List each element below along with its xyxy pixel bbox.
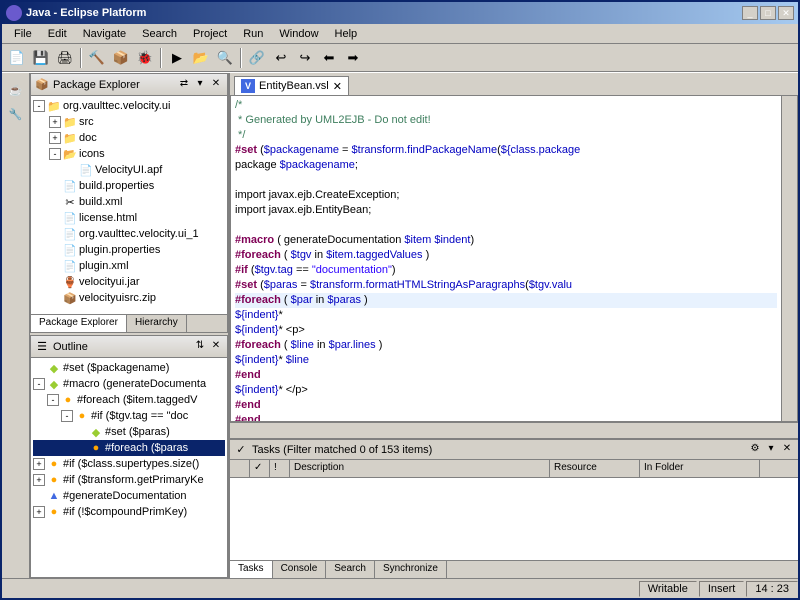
vertical-scrollbar[interactable]	[781, 96, 797, 421]
toolbar-button-13[interactable]: ➡	[342, 47, 364, 69]
package-explorer-panel: 📦 Package Explorer ⇄ ▾ ✕ -📁org.vaulttec.…	[30, 73, 228, 333]
tree-root[interactable]: -📁org.vaulttec.velocity.ui	[33, 98, 225, 114]
tasks-icon: ✓	[234, 443, 248, 457]
file-type-icon: V	[241, 79, 255, 93]
tab-package-explorer[interactable]: Package Explorer	[31, 315, 127, 332]
perspective-icon-1[interactable]: 🔧	[5, 103, 27, 125]
tasks-column-header[interactable]: !	[270, 460, 290, 477]
outline-item[interactable]: ◆#set ($packagename)	[33, 360, 225, 376]
toolbar-button-5[interactable]: 🐞	[134, 47, 156, 69]
minimize-button[interactable]: _	[742, 6, 758, 20]
horizontal-scrollbar[interactable]	[230, 422, 798, 438]
toolbar-button-2[interactable]: 🖨	[54, 47, 76, 69]
tab-search[interactable]: Search	[326, 561, 375, 578]
tasks-column-header[interactable]: In Folder	[640, 460, 760, 477]
tasks-table[interactable]: ✓!DescriptionResourceIn Folder	[230, 460, 798, 560]
tasks-column-header[interactable]: ✓	[250, 460, 270, 477]
package-explorer-icon: 📦	[35, 78, 49, 92]
outline-icon: ☰	[35, 340, 49, 354]
tree-item[interactable]: -📂icons	[33, 146, 225, 162]
tree-item[interactable]: 📄build.properties	[33, 178, 225, 194]
tree-item[interactable]: 📄org.vaulttec.velocity.ui_1	[33, 226, 225, 242]
tree-item[interactable]: +📁src	[33, 114, 225, 130]
status-position: 14 : 23	[746, 581, 798, 597]
editor-tab-label: EntityBean.vsl	[259, 80, 329, 92]
tree-item[interactable]: 📄plugin.properties	[33, 242, 225, 258]
toolbar-button-10[interactable]: ↩	[270, 47, 292, 69]
toolbar-button-9[interactable]: 🔗	[246, 47, 268, 69]
outline-item[interactable]: ▲#generateDocumentation	[33, 488, 225, 504]
tree-item[interactable]: 📦velocityuisrc.zip	[33, 290, 225, 306]
editor-body[interactable]: /* * Generated by UML2EJB - Do not edit!…	[231, 96, 781, 421]
tasks-title: Tasks (Filter matched 0 of 153 items)	[252, 444, 748, 456]
outline-item[interactable]: +●#if (!$compoundPrimKey)	[33, 504, 225, 520]
package-explorer-tree[interactable]: -📁org.vaulttec.velocity.ui+📁src+📁doc-📂ic…	[31, 96, 227, 314]
toolbar-button-0[interactable]: 📄	[6, 47, 28, 69]
menu-run[interactable]: Run	[235, 26, 271, 42]
menu-window[interactable]: Window	[271, 26, 326, 42]
outline-close-icon[interactable]: ✕	[209, 340, 223, 354]
collapse-all-icon[interactable]: ⇄	[177, 78, 191, 92]
toolbar-button-3[interactable]: 🔨	[86, 47, 108, 69]
toolbar-button-7[interactable]: 📂	[190, 47, 212, 69]
tasks-column-header[interactable]: Resource	[550, 460, 640, 477]
outline-item[interactable]: -◆#macro (generateDocumenta	[33, 376, 225, 392]
statusbar: Writable Insert 14 : 23	[2, 578, 798, 598]
toolbar-button-1[interactable]: 💾	[30, 47, 52, 69]
toolbar-button-12[interactable]: ⬅	[318, 47, 340, 69]
tab-console[interactable]: Console	[273, 561, 327, 578]
close-button[interactable]: ✕	[778, 6, 794, 20]
status-writable: Writable	[639, 581, 697, 597]
tree-item[interactable]: 📄VelocityUI.apf	[33, 162, 225, 178]
tree-item[interactable]: 🏺velocityui.jar	[33, 274, 225, 290]
outline-title: Outline	[53, 341, 193, 353]
menu-project[interactable]: Project	[185, 26, 235, 42]
outline-item[interactable]: -●#if ($tgv.tag == "doc	[33, 408, 225, 424]
toolbar-button-4[interactable]: 📦	[110, 47, 132, 69]
tree-item[interactable]: +📁doc	[33, 130, 225, 146]
perspective-bar: ☕🔧	[2, 73, 30, 578]
outline-item[interactable]: +●#if ($class.supertypes.size()	[33, 456, 225, 472]
outline-item[interactable]: ●#foreach ($paras	[33, 440, 225, 456]
toolbar: 📄💾🖨 🔨📦🐞 ▶📂🔍 🔗↩↪⬅➡	[2, 44, 798, 72]
tasks-menu-icon[interactable]: ▾	[764, 443, 778, 457]
outline-item[interactable]: +●#if ($transform.getPrimaryKe	[33, 472, 225, 488]
menu-navigate[interactable]: Navigate	[75, 26, 134, 42]
outline-panel: ☰ Outline ⇅ ✕ ◆#set ($packagename)-◆#mac…	[30, 335, 228, 578]
menu-search[interactable]: Search	[134, 26, 185, 42]
tasks-column-header[interactable]: Description	[290, 460, 550, 477]
editor-tabs: V EntityBean.vsl ✕	[230, 73, 798, 95]
menubar: FileEditNavigateSearchProjectRunWindowHe…	[2, 24, 798, 44]
perspective-icon-0[interactable]: ☕	[5, 79, 27, 101]
editor-tab-close-icon[interactable]: ✕	[333, 80, 342, 93]
outline-item[interactable]: ◆#set ($paras)	[33, 424, 225, 440]
tree-item[interactable]: 📄plugin.xml	[33, 258, 225, 274]
tree-item[interactable]: 📄license.html	[33, 210, 225, 226]
maximize-button[interactable]: □	[760, 6, 776, 20]
menu-edit[interactable]: Edit	[40, 26, 75, 42]
tasks-column-header[interactable]	[230, 460, 250, 477]
menu-file[interactable]: File	[6, 26, 40, 42]
outline-tree[interactable]: ◆#set ($packagename)-◆#macro (generateDo…	[31, 358, 227, 577]
tab-tasks[interactable]: Tasks	[230, 561, 273, 578]
toolbar-button-8[interactable]: 🔍	[214, 47, 236, 69]
tab-hierarchy[interactable]: Hierarchy	[127, 315, 187, 332]
tab-synchronize[interactable]: Synchronize	[375, 561, 447, 578]
outline-sort-icon[interactable]: ⇅	[193, 340, 207, 354]
window-title: Java - Eclipse Platform	[26, 7, 742, 19]
panel-menu-icon[interactable]: ▾	[193, 78, 207, 92]
panel-close-icon[interactable]: ✕	[209, 78, 223, 92]
app-icon	[6, 5, 22, 21]
status-insert: Insert	[699, 581, 745, 597]
toolbar-button-11[interactable]: ↪	[294, 47, 316, 69]
outline-item[interactable]: -●#foreach ($item.taggedV	[33, 392, 225, 408]
tasks-filter-icon[interactable]: ⚙	[748, 443, 762, 457]
toolbar-button-6[interactable]: ▶	[166, 47, 188, 69]
tasks-close-icon[interactable]: ✕	[780, 443, 794, 457]
titlebar: Java - Eclipse Platform _ □ ✕	[2, 2, 798, 24]
tree-item[interactable]: ✂build.xml	[33, 194, 225, 210]
editor-tab[interactable]: V EntityBean.vsl ✕	[234, 76, 349, 95]
menu-help[interactable]: Help	[327, 26, 366, 42]
package-explorer-title: Package Explorer	[53, 79, 177, 91]
